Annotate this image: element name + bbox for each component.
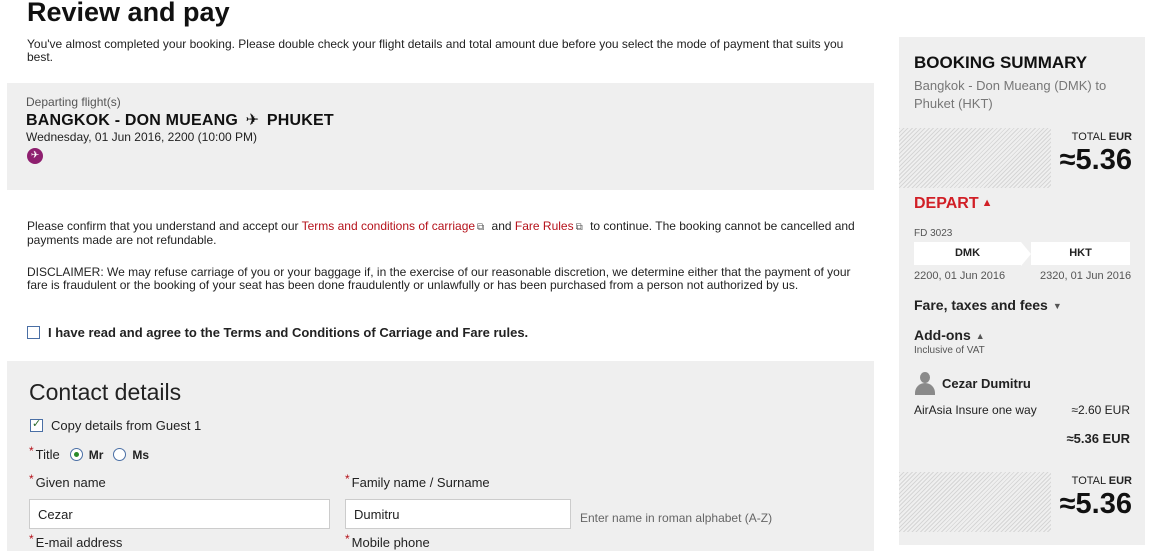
addons-subtotal: ≈5.36 EUR (1066, 431, 1131, 446)
hatch-pattern (899, 472, 1051, 532)
contact-details-panel: Contact details Copy details from Guest … (7, 361, 874, 551)
arrival-time: 2320, 01 Jun 2016 (1040, 270, 1132, 282)
flight-route: BANGKOK - DON MUEANG ✈ PHUKET (26, 110, 334, 130)
total-label: TOTAL EUR (1072, 131, 1132, 143)
flight-number: FD 3023 (914, 228, 953, 239)
family-name-input[interactable]: Dumitru (345, 499, 571, 529)
total-currency: EUR (1108, 475, 1132, 487)
insurance-label: AirAsia Insure one way (914, 403, 1037, 417)
total-label-text: TOTAL (1071, 131, 1106, 143)
depart-label[interactable]: DEPART (914, 195, 979, 212)
required-mark: * (29, 443, 34, 458)
person-icon (914, 371, 936, 395)
total-bottom: TOTAL EUR ≈5.36 (899, 472, 1145, 532)
vat-note: Inclusive of VAT (914, 345, 985, 356)
intro-text: You've almost completed your booking. Pl… (27, 37, 844, 64)
caret-down-icon[interactable]: ▼ (1053, 301, 1062, 311)
email-label-text: E-mail address (35, 535, 123, 550)
total-amount: ≈5.36 (1059, 488, 1132, 520)
fare-rules-link[interactable]: Fare Rules (515, 219, 574, 233)
copy-details-row[interactable]: Copy details from Guest 1 (30, 417, 201, 433)
disclaimer-text: DISCLAIMER: We may refuse carriage of yo… (27, 265, 851, 292)
given-name-label: * Given name (29, 472, 106, 490)
email-label: * E-mail address (29, 532, 123, 550)
segment-arrow (1021, 242, 1031, 266)
depart-toggle[interactable]: DEPART ▲ (914, 195, 992, 213)
fare-taxes-toggle[interactable]: Fare, taxes and fees ▼ (914, 297, 1062, 313)
contact-details-title: Contact details (29, 379, 182, 405)
booking-summary-title: BOOKING SUMMARY (914, 53, 1088, 72)
copy-details-label[interactable]: Copy details from Guest 1 (51, 418, 201, 433)
origin-code: DMK (914, 242, 1021, 265)
total-label-text: TOTAL (1071, 475, 1106, 487)
insurance-amount: ≈2.60 EUR (1071, 403, 1130, 417)
required-mark: * (345, 532, 350, 546)
fare-taxes-label[interactable]: Fare, taxes and fees (914, 297, 1048, 313)
title-label: Title (35, 447, 60, 462)
flight-details-icon[interactable]: ✈ (27, 148, 43, 164)
mobile-label: * Mobile phone (345, 532, 430, 550)
mobile-label-text: Mobile phone (351, 535, 430, 550)
confirm-and: and (491, 219, 512, 233)
copy-details-checkbox[interactable] (30, 417, 43, 432)
name-hint: Enter name in roman alphabet (A-Z) (580, 511, 773, 525)
addons-label[interactable]: Add-ons (914, 327, 971, 343)
total-amount: ≈5.36 (1059, 144, 1132, 176)
main-content: Review and pay You've almost completed y… (0, 0, 880, 551)
booking-summary-panel: BOOKING SUMMARY Bangkok - Don Mueang (DM… (899, 37, 1145, 545)
departure-time: 2200, 01 Jun 2016 (914, 270, 1006, 282)
departing-flight-label: Departing flight(s) (26, 95, 121, 109)
title-ms-radio[interactable] (113, 448, 127, 461)
required-mark: * (29, 472, 34, 486)
total-currency: EUR (1108, 131, 1132, 143)
guest-row: Cezar Dumitru (914, 371, 1031, 395)
agree-terms-checkbox[interactable] (27, 326, 40, 339)
external-link-icon: ⧉ (477, 222, 485, 233)
total-top: TOTAL EUR ≈5.36 (899, 128, 1145, 188)
agree-terms-label[interactable]: I have read and agree to the Terms and C… (48, 325, 528, 340)
family-name-label: * Family name / Surname (345, 472, 490, 490)
guest-name: Cezar Dumitru (942, 375, 1031, 391)
terms-link[interactable]: Terms and conditions of carriage (302, 219, 475, 233)
agree-terms-row[interactable]: I have read and agree to the Terms and C… (27, 325, 528, 340)
family-name-label-text: Family name / Surname (351, 475, 490, 490)
external-link-icon: ⧉ (575, 222, 583, 233)
destination-city: PHUKET (266, 112, 334, 129)
required-mark: * (29, 532, 34, 546)
page-title: Review and pay (27, 0, 230, 27)
departure-datetime: Wednesday, 01 Jun 2016, 2200 (10:00 PM) (26, 130, 258, 144)
required-mark: * (345, 472, 350, 486)
hatch-pattern (899, 128, 1051, 188)
total-label: TOTAL EUR (1072, 475, 1132, 487)
given-name-input[interactable]: Cezar (29, 499, 330, 529)
departing-flight-panel: Departing flight(s) BANGKOK - DON MUEANG… (7, 83, 874, 190)
title-mr-label[interactable]: Mr (89, 448, 104, 462)
confirm-text: Please confirm that you understand and a… (27, 220, 862, 247)
caret-up-icon[interactable]: ▲ (976, 331, 985, 341)
caret-up-icon[interactable]: ▲ (982, 197, 993, 209)
given-name-label-text: Given name (35, 475, 106, 490)
title-mr-radio[interactable] (69, 448, 83, 461)
destination-code: HKT (1031, 242, 1130, 265)
confirm-prefix: Please confirm that you understand and a… (27, 219, 299, 233)
origin-city: BANGKOK - DON MUEANG (26, 112, 238, 129)
plane-icon: ✈ (245, 112, 260, 129)
booking-summary-route: Bangkok - Don Mueang (DMK) to Phuket (HK… (914, 78, 1107, 111)
addons-toggle[interactable]: Add-ons ▲ (914, 327, 985, 343)
title-selector: * Title Mr Ms (29, 443, 149, 463)
title-ms-label[interactable]: Ms (132, 448, 149, 462)
